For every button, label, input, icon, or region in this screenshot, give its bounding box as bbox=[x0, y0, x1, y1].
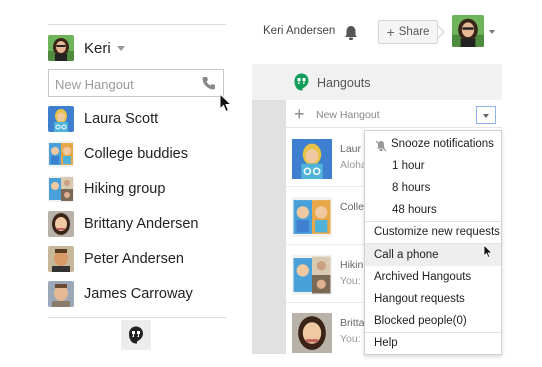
account-switcher[interactable]: Keri bbox=[48, 34, 125, 62]
avatar bbox=[291, 138, 333, 180]
new-hangout-input[interactable] bbox=[55, 74, 195, 94]
menu-item-snooze-notifications[interactable]: Snooze notifications bbox=[365, 138, 501, 158]
menu-item-label: Hangout requests bbox=[374, 293, 465, 305]
options-menu: Snooze notifications 1 hour 8 hours 48 h… bbox=[364, 130, 502, 355]
conversation-name: Colle bbox=[340, 201, 364, 213]
plus-icon: + bbox=[386, 24, 395, 40]
hangouts-header bbox=[252, 64, 502, 100]
menu-item-label: 48 hours bbox=[392, 204, 437, 216]
menu-divider bbox=[365, 332, 501, 333]
conversation-name: Britta bbox=[340, 317, 365, 329]
menu-item-help[interactable]: Help bbox=[365, 337, 501, 355]
contact-name: Hiking group bbox=[84, 181, 166, 197]
menu-item-label: Customize new requests bbox=[374, 226, 500, 238]
menu-dropdown-button[interactable] bbox=[476, 106, 496, 124]
contact-item[interactable]: Hiking group bbox=[48, 176, 165, 202]
avatar bbox=[48, 281, 74, 307]
divider bbox=[48, 24, 226, 25]
avatar bbox=[48, 35, 74, 61]
chevron-down-icon bbox=[116, 45, 125, 51]
menu-item-label: Blocked people(0) bbox=[374, 315, 467, 327]
avatar bbox=[48, 246, 74, 272]
chevron-right-icon bbox=[437, 26, 445, 38]
contact-item[interactable]: Brittany Andersen bbox=[48, 211, 198, 237]
contact-item[interactable]: College buddies bbox=[48, 141, 188, 167]
contact-name: Brittany Andersen bbox=[84, 216, 199, 232]
avatar bbox=[292, 255, 332, 295]
menu-item-label: 1 hour bbox=[392, 160, 425, 172]
contact-name: Peter Andersen bbox=[84, 251, 184, 267]
divider bbox=[48, 317, 226, 318]
menu-item-label: Call a phone bbox=[374, 249, 439, 261]
conversation-preview: Aloha bbox=[340, 159, 367, 171]
contact-item[interactable]: James Carroway bbox=[48, 281, 193, 307]
hangouts-logo-icon bbox=[294, 73, 309, 91]
chevron-down-icon[interactable] bbox=[489, 30, 495, 34]
avatar bbox=[48, 211, 74, 237]
mouse-cursor-icon bbox=[219, 93, 233, 113]
conversation-name: Laur bbox=[340, 143, 362, 155]
avatar bbox=[48, 141, 74, 167]
avatar bbox=[292, 197, 332, 237]
hangouts-logo-icon bbox=[129, 326, 143, 344]
avatar[interactable] bbox=[452, 15, 484, 47]
phone-icon[interactable] bbox=[201, 75, 217, 91]
menu-item-hangout-requests[interactable]: Hangout requests bbox=[365, 293, 501, 313]
menu-item-archived-hangouts[interactable]: Archived Hangouts bbox=[365, 271, 501, 291]
menu-item-snooze-8-hours[interactable]: 8 hours bbox=[365, 182, 501, 202]
avatar bbox=[48, 106, 74, 132]
menu-item-label: Snooze notifications bbox=[391, 138, 494, 150]
conversation-preview: You: bbox=[340, 333, 361, 345]
conversation-name: Hikin bbox=[340, 259, 364, 271]
menu-divider bbox=[365, 221, 501, 222]
contact-item[interactable]: Peter Andersen bbox=[48, 246, 184, 272]
left-contact-panel: Keri Laura Scott College buddies Hiking … bbox=[48, 24, 226, 350]
panel-sidebar-strip bbox=[252, 64, 286, 354]
contact-item[interactable]: Laura Scott bbox=[48, 106, 158, 132]
plus-icon: + bbox=[294, 104, 305, 124]
new-hangout-field[interactable] bbox=[48, 69, 224, 97]
share-button[interactable]: + Share bbox=[378, 20, 438, 44]
panel-title: Hangouts bbox=[317, 76, 371, 90]
menu-item-call-a-phone[interactable]: Call a phone bbox=[365, 244, 501, 266]
contact-name: James Carroway bbox=[84, 286, 193, 302]
conversation-preview: You: bbox=[340, 275, 361, 287]
avatar bbox=[292, 313, 332, 353]
bell-icon[interactable] bbox=[343, 25, 359, 41]
menu-item-label: 8 hours bbox=[392, 182, 431, 194]
mouse-cursor-icon bbox=[483, 244, 493, 259]
avatar bbox=[48, 176, 74, 202]
menu-item-label: Archived Hangouts bbox=[374, 271, 472, 283]
menu-item-snooze-1-hour[interactable]: 1 hour bbox=[365, 160, 501, 180]
contact-name: College buddies bbox=[84, 146, 188, 162]
menu-item-label: Help bbox=[374, 337, 398, 349]
user-name: Keri bbox=[84, 39, 111, 57]
new-hangout-label: New Hangout bbox=[316, 109, 380, 121]
share-label: Share bbox=[398, 26, 430, 38]
new-hangout-button[interactable]: + New Hangout bbox=[286, 102, 502, 128]
account-name[interactable]: Keri Andersen bbox=[263, 25, 335, 37]
contact-name: Laura Scott bbox=[84, 111, 159, 127]
hangouts-toggle-button[interactable] bbox=[121, 320, 151, 350]
